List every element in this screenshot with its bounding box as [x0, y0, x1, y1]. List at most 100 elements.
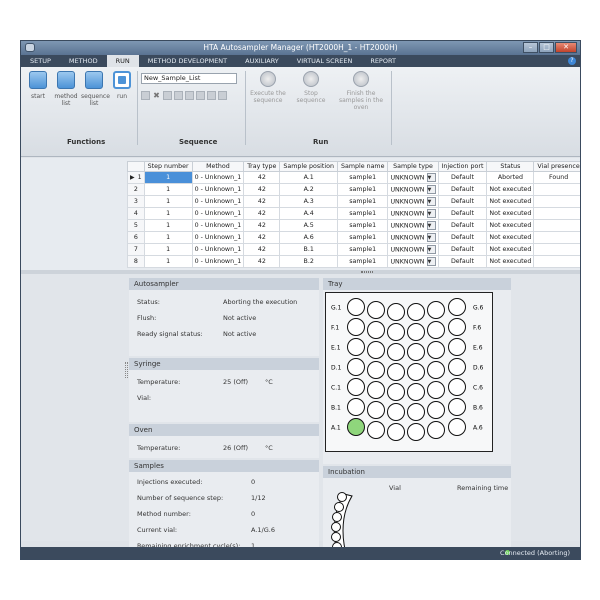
tray-vial[interactable]	[427, 321, 445, 339]
sequence-name-input[interactable]: New_Sample_List	[141, 73, 237, 84]
move-icon[interactable]	[218, 91, 227, 100]
row-number[interactable]: 2	[127, 183, 145, 196]
chevron-down-icon[interactable]: ▼	[426, 173, 436, 182]
method-cell[interactable]: 0 - Unknown_1	[191, 243, 245, 256]
sample-type-select[interactable]: UNKNOWN ▼	[387, 219, 439, 232]
save-icon[interactable]	[174, 91, 183, 100]
method-list-button[interactable]: method list	[53, 71, 79, 107]
method-cell[interactable]: 0 - Unknown_1	[191, 207, 245, 220]
tray-vial[interactable]	[387, 403, 405, 421]
print-icon[interactable]	[196, 91, 205, 100]
col-injection-port[interactable]: Injection port	[437, 161, 488, 172]
tray-vial[interactable]	[448, 398, 466, 416]
tray-vial[interactable]	[347, 398, 365, 416]
tab-report[interactable]: REPORT	[361, 55, 405, 67]
tray-vial[interactable]	[347, 378, 365, 396]
row-number[interactable]: 7	[127, 243, 145, 256]
tray-type-cell[interactable]: 42	[243, 243, 281, 256]
tray-vial[interactable]	[407, 423, 425, 441]
injection-port-cell[interactable]: Default	[437, 243, 488, 256]
run-button[interactable]: run	[109, 71, 135, 100]
tray-vial[interactable]	[427, 401, 445, 419]
table-row[interactable]: 610 - Unknown_1 42 A.6 sample1 UNKNOWN ▼ Defau…	[127, 231, 580, 244]
chevron-down-icon[interactable]: ▼	[426, 245, 436, 254]
tray-vial[interactable]	[448, 418, 466, 436]
sample-type-select[interactable]: UNKNOWN ▼	[387, 231, 439, 244]
incubation-vial[interactable]	[337, 492, 347, 502]
tray-vial[interactable]	[387, 323, 405, 341]
method-cell[interactable]: 0 - Unknown_1	[191, 195, 245, 208]
incubation-vial[interactable]	[331, 522, 341, 532]
sample-name-cell[interactable]: sample1	[336, 255, 389, 268]
injection-port-cell[interactable]: Default	[437, 219, 488, 232]
method-cell[interactable]: 0 - Unknown_1	[191, 219, 245, 232]
col-vial-presence[interactable]: Vial presence	[533, 161, 580, 172]
sequence-list-button[interactable]: sequence list	[81, 71, 110, 107]
tray-vial[interactable]	[427, 361, 445, 379]
tab-method[interactable]: METHOD	[60, 55, 107, 67]
injection-port-cell[interactable]: Default	[437, 195, 488, 208]
sample-type-select[interactable]: UNKNOWN ▼	[387, 255, 439, 268]
col-sample-name[interactable]: Sample name	[336, 161, 389, 172]
tray-vial[interactable]	[448, 318, 466, 336]
incubation-vial[interactable]	[332, 512, 342, 522]
injection-port-cell[interactable]: Default	[437, 183, 488, 196]
sample-name-cell[interactable]: sample1	[336, 243, 389, 256]
tray-vial[interactable]	[407, 303, 425, 321]
tray-type-cell[interactable]: 42	[243, 231, 281, 244]
sample-name-cell[interactable]: sample1	[336, 183, 389, 196]
sample-type-select[interactable]: UNKNOWN ▼	[387, 171, 439, 184]
injection-port-cell[interactable]: Default	[437, 207, 488, 220]
sample-position-cell[interactable]: B.1	[279, 243, 338, 256]
tab-method-development[interactable]: METHOD DEVELOPMENT	[139, 55, 236, 67]
chevron-down-icon[interactable]: ▼	[426, 197, 436, 206]
edit-icon[interactable]	[207, 91, 216, 100]
table-row[interactable]: 210 - Unknown_1 42 A.2 sample1 UNKNOWN ▼ Defau…	[127, 183, 580, 196]
help-icon[interactable]: ?	[568, 57, 576, 65]
tray-vial[interactable]	[347, 298, 365, 316]
step-number-cell[interactable]: 1	[143, 183, 193, 196]
table-row[interactable]: 310 - Unknown_1 42 A.3 sample1 UNKNOWN ▼ Defau…	[127, 195, 580, 208]
tray-vial[interactable]	[448, 298, 466, 316]
row-number[interactable]: 3	[127, 195, 145, 208]
tray-vial[interactable]	[407, 343, 425, 361]
tray-vial[interactable]	[367, 421, 385, 439]
sample-name-cell[interactable]: sample1	[336, 207, 389, 220]
tray-vial[interactable]	[427, 301, 445, 319]
chevron-down-icon[interactable]: ▼	[426, 257, 436, 266]
method-cell[interactable]: 0 - Unknown_1	[191, 231, 245, 244]
tray-vial[interactable]	[367, 361, 385, 379]
sample-position-cell[interactable]: A.4	[279, 207, 338, 220]
tray-type-cell[interactable]: 42	[243, 207, 281, 220]
tray-vial[interactable]	[427, 381, 445, 399]
vertical-splitter[interactable]	[125, 362, 128, 378]
step-number-cell[interactable]: 1	[143, 243, 193, 256]
tab-run[interactable]: RUN	[106, 55, 139, 67]
tray-vial[interactable]	[367, 341, 385, 359]
col-tray-type[interactable]: Tray type	[243, 161, 281, 172]
table-row[interactable]: ▶ 1 1 0 - Unknown_1 42 A.1 sample1 UNKNOWN ▼ Defa…	[127, 171, 580, 184]
step-number-cell[interactable]: 1	[143, 195, 193, 208]
sample-type-select[interactable]: UNKNOWN ▼	[387, 195, 439, 208]
tray-vial[interactable]	[347, 318, 365, 336]
row-number[interactable]: ▶ 1	[127, 171, 145, 184]
tab-setup[interactable]: SETUP	[21, 55, 60, 67]
tray-vial[interactable]	[387, 343, 405, 361]
sample-name-cell[interactable]: sample1	[336, 195, 389, 208]
sample-position-cell[interactable]: A.5	[279, 219, 338, 232]
table-row[interactable]: 710 - Unknown_1 42 B.1 sample1 UNKNOWN ▼ Defau…	[127, 243, 580, 256]
minimize-button[interactable]: –	[523, 42, 538, 53]
incubation-vial[interactable]	[331, 532, 341, 542]
tray-type-cell[interactable]: 42	[243, 195, 281, 208]
tray-vial-active[interactable]	[347, 418, 365, 436]
tray-vial[interactable]	[347, 338, 365, 356]
step-number-cell[interactable]: 1	[143, 231, 193, 244]
save-as-icon[interactable]	[185, 91, 194, 100]
tray-vial[interactable]	[407, 323, 425, 341]
tray-type-cell[interactable]: 42	[243, 171, 281, 184]
tray-vial[interactable]	[387, 303, 405, 321]
tray-vial[interactable]	[407, 403, 425, 421]
tray-type-cell[interactable]: 42	[243, 255, 281, 268]
open-icon[interactable]	[163, 91, 172, 100]
tab-auxiliary[interactable]: AUXILIARY	[236, 55, 288, 67]
